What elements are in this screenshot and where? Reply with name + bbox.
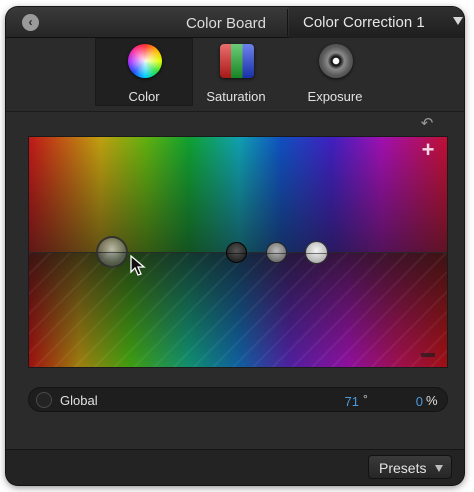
tab-color[interactable]: Color xyxy=(95,38,193,106)
degree-unit: ° xyxy=(363,392,368,406)
global-label: Global xyxy=(60,393,98,408)
title-bar: ‹ Color Board Color Correction 1 xyxy=(6,7,464,38)
board-tabs: Color Saturation Exposure xyxy=(6,38,464,111)
percent-unit: % xyxy=(426,393,438,408)
mouse-pointer-icon xyxy=(130,255,146,276)
correction-label: Color Correction 1 xyxy=(303,14,425,31)
board-positive-area[interactable] xyxy=(29,137,447,253)
tab-saturation-label: Saturation xyxy=(206,89,266,104)
tabs-divider xyxy=(6,111,464,112)
back-button[interactable]: ‹ xyxy=(22,14,39,31)
puck-global[interactable] xyxy=(96,236,128,268)
saturation-swatch-icon xyxy=(220,44,254,78)
color-board[interactable]: + xyxy=(28,136,448,368)
exposure-dial-icon xyxy=(319,44,353,78)
color-wheel-icon xyxy=(128,44,162,78)
global-angle-value[interactable]: 71 xyxy=(329,394,359,409)
presets-label: Presets xyxy=(379,460,427,476)
presets-button[interactable]: Presets xyxy=(368,455,452,479)
title-separator xyxy=(287,9,288,36)
chevron-left-icon: ‹ xyxy=(28,15,33,29)
reset-icon[interactable]: ↶ xyxy=(418,116,436,132)
puck-highlights[interactable] xyxy=(305,241,328,264)
global-radio[interactable] xyxy=(36,392,52,408)
global-row[interactable]: Global 71 ° 0 % xyxy=(28,387,448,412)
tab-saturation[interactable]: Saturation xyxy=(187,38,285,106)
tab-exposure-label: Exposure xyxy=(307,89,363,104)
minus-icon[interactable] xyxy=(421,353,435,357)
board-negative-area[interactable] xyxy=(29,253,447,367)
panel-title: Color Board xyxy=(185,15,267,32)
puck-midtones[interactable] xyxy=(266,242,287,263)
tab-exposure[interactable]: Exposure xyxy=(286,38,384,106)
color-board-panel: ‹ Color Board Color Correction 1 Color S… xyxy=(6,7,464,485)
footer: Presets xyxy=(6,449,464,485)
global-percent-value[interactable]: 0 xyxy=(399,394,423,409)
correction-selector[interactable]: Color Correction 1 xyxy=(289,7,464,38)
chevron-down-icon xyxy=(435,465,443,472)
plus-icon[interactable]: + xyxy=(419,139,437,161)
puck-shadows[interactable] xyxy=(226,242,247,263)
tab-color-label: Color xyxy=(128,89,160,104)
chevron-down-icon xyxy=(453,17,463,25)
